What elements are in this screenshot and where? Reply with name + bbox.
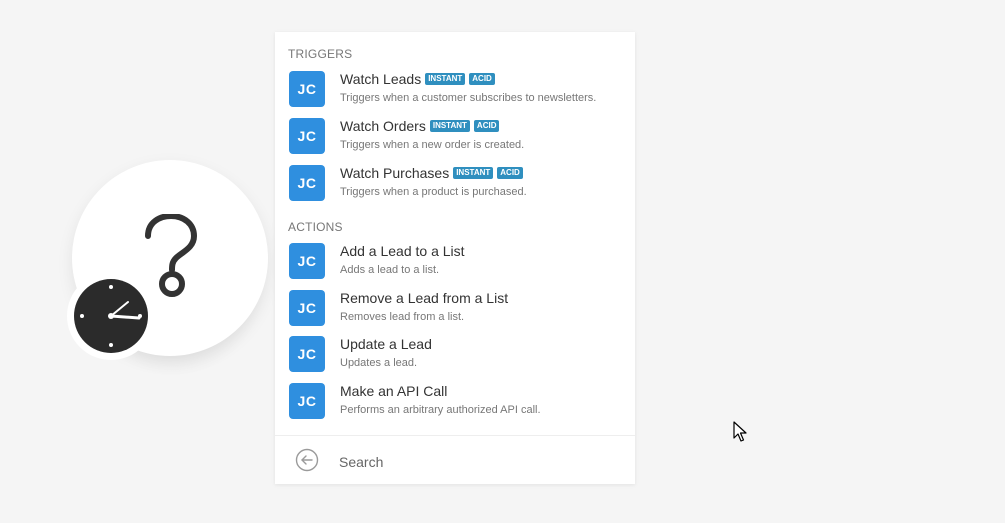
app-logo-icon: JC — [289, 118, 325, 154]
item-description: Triggers when a customer subscribes to n… — [340, 92, 597, 104]
item-title: Make an API Call — [340, 383, 448, 399]
instant-tag: INSTANT — [453, 167, 494, 179]
item-description: Triggers when a product is purchased. — [340, 186, 527, 198]
trigger-item-watch-leads[interactable]: JC Watch Leads INSTANT ACID Triggers whe… — [289, 71, 629, 109]
item-title: Remove a Lead from a List — [340, 290, 509, 306]
instant-tag: INSTANT — [425, 73, 466, 85]
clock-icon — [74, 279, 148, 353]
acid-tag: ACID — [469, 73, 495, 85]
item-title-text: Watch Leads — [340, 71, 422, 87]
acid-tag: ACID — [473, 120, 500, 132]
mouse-pointer-icon — [733, 421, 747, 442]
action-item-update-lead[interactable]: JC Update a Lead Updates a lead. — [289, 336, 629, 374]
trigger-item-watch-orders[interactable]: JC Watch Orders INSTANT ACID Triggers wh… — [289, 118, 629, 156]
app-logo-icon: JC — [289, 71, 325, 107]
acid-tag: ACID — [497, 167, 523, 179]
item-description: Performs an arbitrary authorized API cal… — [340, 404, 541, 416]
app-logo-icon: JC — [289, 290, 325, 326]
panel-divider — [275, 435, 635, 436]
instant-tag: INSTANT — [429, 120, 470, 132]
search-input[interactable] — [337, 450, 611, 474]
item-title: Watch Purchases INSTANT ACID — [340, 165, 523, 181]
app-logo-icon: JC — [289, 336, 325, 372]
clock-badge — [67, 272, 155, 360]
item-title-text: Watch Purchases — [340, 165, 450, 181]
item-title: Watch Leads INSTANT ACID — [340, 71, 495, 87]
app-logo-icon: JC — [289, 383, 325, 419]
item-description: Triggers when a new order is created. — [340, 139, 525, 151]
item-description: Removes lead from a list. — [340, 311, 465, 323]
module-picker-panel: TRIGGERS JC Watch Leads INSTANT ACID Tri… — [275, 32, 635, 484]
triggers-section-title: TRIGGERS — [288, 47, 353, 61]
app-logo-icon: JC — [289, 243, 325, 279]
action-item-remove-lead-from-list[interactable]: JC Remove a Lead from a List Removes lea… — [289, 290, 629, 328]
actions-section-title: ACTIONS — [288, 220, 343, 234]
app-logo-icon: JC — [289, 165, 325, 201]
trigger-item-watch-purchases[interactable]: JC Watch Purchases INSTANT ACID Triggers… — [289, 165, 629, 203]
item-title: Watch Orders INSTANT ACID — [340, 118, 500, 134]
arrow-left-circle-icon[interactable] — [295, 448, 319, 472]
action-item-add-lead-to-list[interactable]: JC Add a Lead to a List Adds a lead to a… — [289, 243, 629, 281]
item-description: Adds a lead to a list. — [340, 264, 440, 276]
item-title: Update a Lead — [340, 336, 432, 352]
item-title-text: Watch Orders — [340, 118, 426, 134]
item-title: Add a Lead to a List — [340, 243, 465, 259]
canvas: TRIGGERS JC Watch Leads INSTANT ACID Tri… — [0, 0, 1005, 523]
item-description: Updates a lead. — [340, 357, 418, 369]
action-item-make-api-call[interactable]: JC Make an API Call Performs an arbitrar… — [289, 383, 629, 421]
